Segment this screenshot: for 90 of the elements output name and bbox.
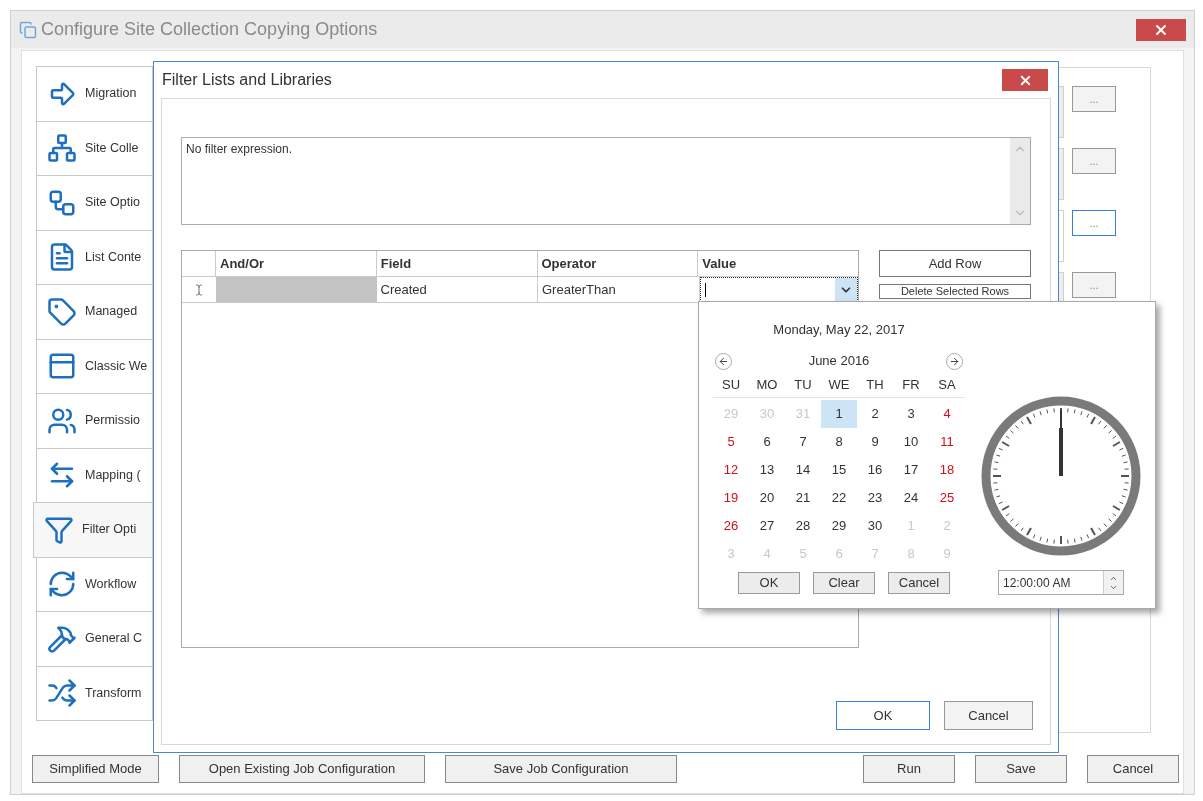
nav-item[interactable]: Site Colle: [36, 120, 153, 176]
browse-button[interactable]: ...: [1072, 210, 1116, 236]
weekday-label: TU: [793, 375, 813, 394]
calendar-day[interactable]: 14: [785, 456, 821, 484]
calendar-day[interactable]: 11: [929, 428, 965, 456]
dialog-title: Filter Lists and Libraries: [162, 70, 332, 90]
calendar-day[interactable]: 8: [821, 428, 857, 456]
arrow-right-icon: [949, 355, 960, 367]
column-header: Value: [701, 254, 738, 273]
calendar-day[interactable]: 2: [857, 400, 893, 428]
nav-item[interactable]: General C: [36, 611, 153, 667]
dropdown-toggle[interactable]: [835, 278, 857, 301]
column-header: Field: [376, 251, 538, 276]
calendar-day[interactable]: 26: [713, 512, 749, 540]
picker-button[interactable]: Clear: [813, 572, 875, 594]
picker-button[interactable]: OK: [738, 572, 800, 594]
weekday-label: SU: [720, 375, 742, 394]
expression-text: No filter expression.: [185, 141, 294, 158]
nav-item[interactable]: Migration: [36, 66, 153, 122]
calendar-day[interactable]: 27: [749, 512, 785, 540]
footer-button[interactable]: Open Existing Job Configuration: [179, 755, 425, 783]
nav-item[interactable]: Managed: [36, 284, 153, 340]
grid-button[interactable]: Add Row: [879, 250, 1031, 277]
calendar-day[interactable]: 16: [857, 456, 893, 484]
close-button[interactable]: [1002, 69, 1048, 91]
picker-button[interactable]: Cancel: [888, 572, 950, 594]
window-icon: [47, 351, 77, 382]
nav-item[interactable]: Workflow: [36, 556, 153, 612]
browse-button[interactable]: ...: [1072, 148, 1116, 174]
sitemap-icon: [47, 133, 77, 164]
weekday-label: WE: [827, 375, 851, 394]
app-icon: [19, 20, 37, 39]
calendar-day[interactable]: 29: [821, 512, 857, 540]
calendar-day[interactable]: 17: [893, 456, 929, 484]
calendar-day[interactable]: 10: [893, 428, 929, 456]
nav-item[interactable]: Site Optio: [36, 175, 153, 231]
calendar-day[interactable]: 30: [857, 512, 893, 540]
close-button[interactable]: [1136, 18, 1186, 41]
calendar-day[interactable]: 1: [821, 400, 857, 428]
calendar-day[interactable]: 19: [713, 484, 749, 512]
calendar-day[interactable]: 23: [857, 484, 893, 512]
footer-button[interactable]: Save Job Configuration: [445, 755, 677, 783]
calendar-day[interactable]: 24: [893, 484, 929, 512]
calendar-day[interactable]: 20: [749, 484, 785, 512]
browse-button[interactable]: ...: [1072, 86, 1116, 112]
calendar-day[interactable]: 4: [929, 400, 965, 428]
footer-button[interactable]: Simplified Mode: [32, 755, 159, 783]
calendar-day[interactable]: 6: [749, 428, 785, 456]
nav-item[interactable]: Classic We: [36, 338, 153, 394]
cancel-button[interactable]: Cancel: [944, 701, 1033, 730]
nav-item[interactable]: Mapping (: [36, 447, 153, 503]
calendar-day[interactable]: 9: [857, 428, 893, 456]
nav-item[interactable]: Filter Opti: [33, 502, 153, 558]
grid-button[interactable]: Delete Selected Rows: [879, 284, 1031, 299]
calendar-day[interactable]: 28: [785, 512, 821, 540]
calendar-day[interactable]: 25: [929, 484, 965, 512]
window-title: Configure Site Collection Copying Options: [41, 18, 378, 41]
table-cell: Created: [376, 277, 538, 302]
calendar-day[interactable]: 13: [749, 456, 785, 484]
time-spinner[interactable]: 12:00:00 AM: [998, 570, 1124, 595]
ok-button[interactable]: OK: [836, 701, 930, 730]
calendar-day[interactable]: 5: [713, 428, 749, 456]
weekday-label: TH: [865, 375, 885, 394]
tag-icon: [47, 296, 77, 327]
table-cell[interactable]: [216, 277, 377, 302]
calendar-day[interactable]: 3: [893, 400, 929, 428]
calendar-day[interactable]: 12: [713, 456, 749, 484]
text-cursor-icon: [193, 283, 205, 296]
shuffle-icon: [47, 678, 77, 709]
today-label[interactable]: Monday, May 22, 2017: [713, 320, 965, 340]
footer-button[interactable]: Cancel: [1087, 755, 1179, 783]
footer-button[interactable]: Run: [863, 755, 955, 783]
column-header: And/Or: [216, 251, 377, 276]
nav-item[interactable]: Transform: [36, 665, 153, 721]
nav-item[interactable]: List Conte: [36, 229, 153, 285]
browse-button[interactable]: ...: [1072, 272, 1116, 298]
spinner-arrows[interactable]: [1103, 571, 1123, 594]
calendar-day[interactable]: 22: [821, 484, 857, 512]
calendar-day[interactable]: 15: [821, 456, 857, 484]
month-label[interactable]: June 2016: [808, 351, 870, 371]
footer-button[interactable]: Save: [975, 755, 1067, 783]
column-header: Operator: [537, 251, 699, 276]
calendar-day[interactable]: 7: [785, 428, 821, 456]
weekday-label: MO: [755, 375, 779, 394]
weekday-label: FR: [901, 375, 921, 394]
weekday-label: SA: [937, 375, 957, 394]
calendar-day[interactable]: 21: [785, 484, 821, 512]
arrow-left-icon: [718, 355, 729, 367]
calendar-day[interactable]: 18: [929, 456, 965, 484]
nav-item[interactable]: Permissio: [36, 393, 153, 449]
